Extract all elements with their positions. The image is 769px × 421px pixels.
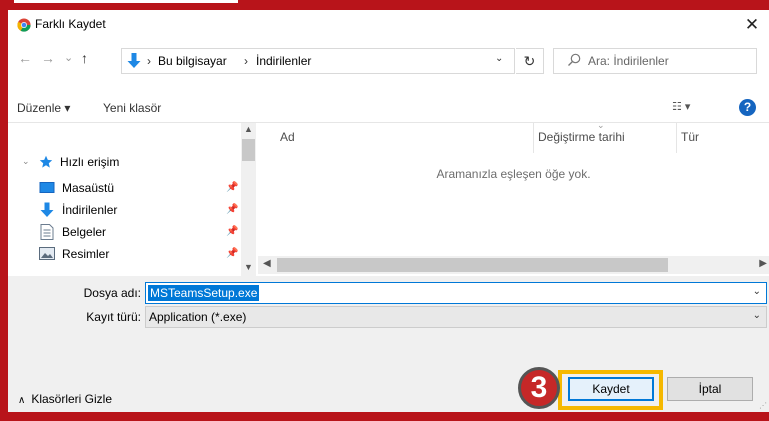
recent-locations-icon[interactable]: ⌄ bbox=[64, 51, 73, 64]
cancel-button[interactable]: İptal bbox=[667, 377, 753, 401]
column-header-date-modified[interactable]: Değiştirme tarihi bbox=[538, 130, 625, 144]
breadcrumb-separator: › bbox=[244, 54, 248, 68]
filename-label: Dosya adı: bbox=[83, 286, 141, 300]
pictures-icon bbox=[39, 247, 55, 260]
column-header-type[interactable]: Tür bbox=[681, 130, 699, 144]
chevron-down-icon[interactable]: ⌄ bbox=[753, 286, 761, 297]
filetype-select[interactable]: Application (*.exe) ⌄ bbox=[145, 306, 767, 328]
sidebar-item-label: Hızlı erişim bbox=[60, 155, 120, 169]
view-options-button[interactable]: ☷ ▾ bbox=[672, 100, 690, 113]
pin-icon: 📌 bbox=[226, 182, 239, 193]
search-input[interactable] bbox=[588, 52, 748, 70]
filetype-label: Kayıt türü: bbox=[86, 310, 141, 324]
resize-grip-icon[interactable]: ⋰ bbox=[759, 401, 767, 410]
scrollbar-thumb[interactable] bbox=[277, 258, 668, 272]
sidebar-item-label: Resimler bbox=[62, 247, 110, 261]
hide-folders-label: Klasörleri Gizle bbox=[31, 392, 113, 406]
sidebar-item-label: Belgeler bbox=[62, 225, 107, 239]
window-title: Farklı Kaydet bbox=[35, 17, 106, 31]
file-list: Ad ⌄ Değiştirme tarihi Tür Aramanızla eş… bbox=[258, 120, 769, 276]
pin-icon: 📌 bbox=[226, 204, 239, 215]
scroll-up-icon[interactable]: ▲ bbox=[244, 124, 253, 134]
download-icon bbox=[40, 202, 54, 217]
download-folder-icon bbox=[127, 53, 141, 68]
empty-results-message: Aramanızla eşleşen öğe yok. bbox=[436, 167, 591, 181]
navigation-pane-scrollbar[interactable]: ▲ ▼ bbox=[241, 123, 256, 276]
column-divider[interactable] bbox=[533, 123, 534, 153]
search-icon bbox=[568, 53, 581, 66]
desktop-icon bbox=[39, 182, 55, 193]
organize-menu[interactable]: Düzenle ▾ bbox=[17, 101, 70, 115]
background-tab bbox=[14, 0, 238, 3]
navigation-bar: ← → ⌄ ↑ › Bu bilgisayar › İndirilenler ⌄… bbox=[8, 44, 769, 78]
chrome-icon bbox=[17, 18, 31, 32]
chevron-down-icon[interactable]: ⌄ bbox=[22, 156, 30, 167]
scrollbar-thumb[interactable] bbox=[242, 139, 255, 161]
save-options-panel: Dosya adı: MSTeamsSetup.exe ⌄ Kayıt türü… bbox=[8, 276, 769, 412]
new-folder-button[interactable]: Yeni klasör bbox=[103, 101, 161, 115]
save-button[interactable]: Kaydet bbox=[568, 377, 654, 401]
sidebar-item-pictures[interactable]: Resimler 📌 bbox=[8, 243, 238, 265]
up-arrow-icon[interactable]: ↑ bbox=[81, 50, 88, 66]
documents-icon bbox=[40, 224, 54, 240]
address-dropdown-icon[interactable]: ⌄ bbox=[495, 53, 503, 64]
file-list-horizontal-scrollbar[interactable]: ◀ ▶ bbox=[258, 256, 769, 274]
step-number-badge: 3 bbox=[518, 367, 560, 409]
breadcrumb-separator: › bbox=[147, 54, 151, 68]
chevron-up-icon: ∧ bbox=[18, 395, 26, 406]
back-arrow-icon[interactable]: ← bbox=[18, 50, 32, 66]
scroll-left-icon[interactable]: ◀ bbox=[263, 258, 271, 269]
sidebar-item-desktop[interactable]: Masaüstü 📌 bbox=[8, 177, 238, 199]
chevron-down-icon[interactable]: ⌄ bbox=[753, 310, 761, 321]
pin-icon: 📌 bbox=[226, 226, 239, 237]
scroll-right-icon[interactable]: ▶ bbox=[759, 258, 767, 269]
sidebar-item-documents[interactable]: Belgeler 📌 bbox=[8, 221, 238, 243]
filetype-selected-value: Application (*.exe) bbox=[149, 310, 247, 324]
filename-input-value[interactable]: MSTeamsSetup.exe bbox=[148, 285, 260, 301]
breadcrumb-downloads[interactable]: İndirilenler bbox=[256, 54, 311, 68]
save-as-dialog: Farklı Kaydet ✕ ← → ⌄ ↑ › Bu bilgisayar … bbox=[8, 10, 769, 412]
filename-field[interactable]: MSTeamsSetup.exe ⌄ bbox=[145, 282, 767, 304]
scroll-down-icon[interactable]: ▼ bbox=[244, 262, 253, 272]
background-strip bbox=[0, 0, 769, 10]
sidebar-item-downloads[interactable]: İndirilenler 📌 bbox=[8, 199, 238, 221]
pin-icon: 📌 bbox=[226, 248, 239, 259]
sidebar-item-quick-access[interactable]: ⌄ Hızlı erişim bbox=[8, 151, 238, 173]
refresh-button[interactable]: ↻ bbox=[516, 48, 544, 74]
hide-folders-toggle[interactable]: ∧ Klasörleri Gizle bbox=[18, 392, 112, 406]
title-bar: Farklı Kaydet ✕ bbox=[8, 10, 769, 40]
star-icon bbox=[39, 155, 53, 168]
sidebar-item-label: Masaüstü bbox=[62, 181, 115, 195]
column-divider[interactable] bbox=[676, 123, 677, 153]
close-button[interactable]: ✕ bbox=[741, 14, 763, 36]
address-bar[interactable]: › Bu bilgisayar › İndirilenler ⌄ bbox=[121, 48, 515, 74]
breadcrumb-this-pc[interactable]: Bu bilgisayar bbox=[158, 54, 227, 68]
search-box bbox=[553, 48, 757, 74]
sidebar-item-label: İndirilenler bbox=[62, 203, 118, 217]
command-bar: Düzenle ▾ Yeni klasör ☷ ▾ ? bbox=[8, 98, 769, 123]
forward-arrow-icon[interactable]: → bbox=[41, 50, 55, 66]
help-button[interactable]: ? bbox=[739, 99, 756, 116]
column-header-name[interactable]: Ad bbox=[280, 130, 295, 144]
navigation-pane: ⌄ Hızlı erişim Masaüstü 📌 İndirilenler 📌 bbox=[8, 123, 256, 276]
